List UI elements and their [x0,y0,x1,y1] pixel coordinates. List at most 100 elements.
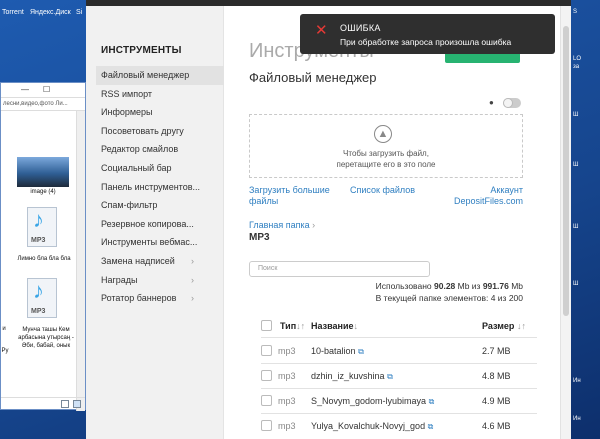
error-toast[interactable]: ✕ ОШИБКА При обработке запроса произошла… [300,14,555,54]
details-view-icon[interactable] [61,400,69,408]
chevron-right-icon: › [312,220,316,230]
file-size: 4.8 MB [482,371,511,381]
external-link-icon: ⧉ [387,372,393,381]
file-size: 4.6 MB [482,421,511,431]
section-title: Файловый менеджер [249,70,377,85]
row-checkbox[interactable] [261,370,272,381]
column-header-type[interactable]: Тип↓↑ [280,321,305,331]
content-links: Загрузить большие файлы Список файлов Ак… [249,185,523,209]
file-size: 2.7 MB [482,346,511,356]
breadcrumb: Главная папка › [249,220,315,230]
file-name-link[interactable]: S_Novym_godom-lyubimaya ⧉ [311,396,434,407]
table-row[interactable]: mp3 Yulya_Kovalchuk-Novyj_god ⧉ 4.6 MB [261,413,537,438]
search-input[interactable]: Поиск [249,261,430,277]
row-checkbox[interactable] [261,420,272,431]
sidebar-title: ИНСТРУМЕНТЫ [101,45,182,56]
account-link[interactable]: Аккаунт DepositFiles.com [433,185,523,207]
file-name-link[interactable]: 10-batalion ⧉ [311,346,364,357]
sidebar-item-replace-labels[interactable]: Замена надписей › [96,252,224,271]
file-list-link[interactable]: Список файлов [350,185,415,196]
tiles-view-icon[interactable] [73,400,81,408]
sidebar-item-banner-rotator[interactable]: Ротатор баннеров › [96,289,224,308]
file-type: mp3 [278,421,296,431]
mp3-file-icon[interactable]: ♪ MP3 [27,207,57,247]
desktop-right-labels: S LO за Ш Ш Ш Ш Ин Ин [571,0,600,439]
desktop-icon-label[interactable]: Ин [573,378,581,384]
sidebar-item-recommend[interactable]: Посоветовать другу [96,122,224,141]
table-row[interactable]: mp3 10-batalion ⧉ 2.7 MB [261,338,537,364]
table-row[interactable]: mp3 dzhin_iz_kuvshina ⧉ 4.8 MB [261,363,537,389]
file-label-cut: Ру [1,348,9,354]
sidebar-item-smiley-editor[interactable]: Редактор смайлов [96,140,224,159]
sidebar-item-toolbar[interactable]: Панель инструментов... [96,178,224,197]
mode-toggle[interactable] [503,98,521,108]
desktop-icon-label[interactable]: LO [573,56,581,62]
dropzone-text: Чтобы загрузить файл, [343,149,429,158]
file-name-link[interactable]: dzhin_iz_kuvshina ⧉ [311,371,393,382]
upload-large-files-link[interactable]: Загрузить большие файлы [249,185,341,207]
sidebar-item-webmaster-tools[interactable]: Инструменты вебмас... [96,233,224,252]
file-type: mp3 [278,396,296,406]
desktop-icon-label[interactable]: Ш [573,162,579,168]
maximize-icon[interactable]: ☐ [43,85,50,94]
external-link-icon: ⧉ [428,397,435,406]
page-scrollbar[interactable] [560,6,571,439]
explorer-address-bar[interactable]: лесни,видео,фото Ли... [1,97,85,111]
select-all-checkbox[interactable] [261,320,272,331]
desktop-icon-label[interactable]: Яндекс.Диск [30,9,71,16]
file-label: Мунча ташы Кем арбасына утырсаң - Әби, б… [18,327,74,349]
row-checkbox[interactable] [261,345,272,356]
breadcrumb-home-link[interactable]: Главная папка [249,220,310,230]
error-icon: ✕ [315,22,328,39]
explorer-scrollbar[interactable] [76,111,85,411]
explorer-window: — ☐ лесни,видео,фото Ли... image (4) ♪ MP… [0,82,86,411]
explorer-status-bar [1,397,85,409]
chevron-right-icon: › [191,274,194,285]
sidebar-menu: Файловый менеджер RSS импорт Информеры П… [96,66,224,308]
external-link-icon: ⧉ [427,422,434,431]
sidebar-item-awards[interactable]: Награды › [96,271,224,290]
sidebar-item-social-bar[interactable]: Социальный бар [96,159,224,178]
file-type: mp3 [278,371,296,381]
toast-message: При обработке запроса произошла ошибка [340,37,512,47]
desktop-icon-label[interactable]: Torrent [2,9,24,16]
drop-icon: ● [489,98,494,107]
file-type: mp3 [278,346,296,356]
tools-sidebar: ИНСТРУМЕНТЫ Файловый менеджер RSS импорт… [86,6,224,439]
main-content: Инструменты Файловый менеджер ● ▲ Чтобы … [249,6,549,439]
row-checkbox[interactable] [261,395,272,406]
sidebar-item-rss-import[interactable]: RSS импорт [96,85,224,104]
file-name-link[interactable]: Yulya_Kovalchuk-Novyj_god ⧉ [311,421,433,432]
minimize-icon[interactable]: — [21,85,29,94]
sidebar-item-spam-filter[interactable]: Спам-фильтр [96,196,224,215]
browser-window: ИНСТРУМЕНТЫ Файловый менеджер RSS импорт… [86,0,571,439]
desktop-icon-label[interactable]: за [573,64,579,70]
mp3-file-icon[interactable]: ♪ MP3 [27,278,57,318]
desktop-icon-label[interactable]: Si [76,9,82,16]
chevron-right-icon: › [191,293,194,304]
sidebar-item-informers[interactable]: Информеры [96,103,224,122]
file-label: Лимно бла бла бла [17,256,71,262]
desktop-icon-label[interactable]: Ш [573,224,579,230]
table-row[interactable]: mp3 S_Novym_godom-lyubimaya ⧉ 4.9 MB [261,388,537,414]
column-header-name[interactable]: Название↓ [311,321,358,331]
upload-arrow-icon: ▲ [374,125,392,143]
image-thumbnail[interactable] [17,157,69,187]
chevron-right-icon: › [191,255,194,266]
file-table: Тип↓↑ Название↓ Размер ↓↑ mp3 10-batalio… [261,312,537,438]
sidebar-item-file-manager[interactable]: Файловый менеджер [96,66,224,85]
upload-dropzone[interactable]: ▲ Чтобы загрузить файл, перетащите его в… [249,114,523,178]
file-label-cut: и [2,326,6,332]
scrollbar-thumb[interactable] [563,26,569,316]
desktop-icon-label[interactable]: S [573,9,577,15]
desktop-icon-label[interactable]: Ш [573,281,579,287]
file-size: 4.9 MB [482,396,511,406]
toast-title: ОШИБКА [340,23,381,33]
explorer-titlebar[interactable]: — ☐ [1,83,85,97]
column-header-size[interactable]: Размер ↓↑ [482,321,526,331]
desktop-icon-label[interactable]: Ш [573,112,579,118]
table-header: Тип↓↑ Название↓ Размер ↓↑ [261,312,537,338]
sidebar-item-backup[interactable]: Резервное копирова... [96,215,224,234]
desktop-icon-label[interactable]: Ин [573,416,581,422]
external-link-icon: ⧉ [358,347,364,356]
